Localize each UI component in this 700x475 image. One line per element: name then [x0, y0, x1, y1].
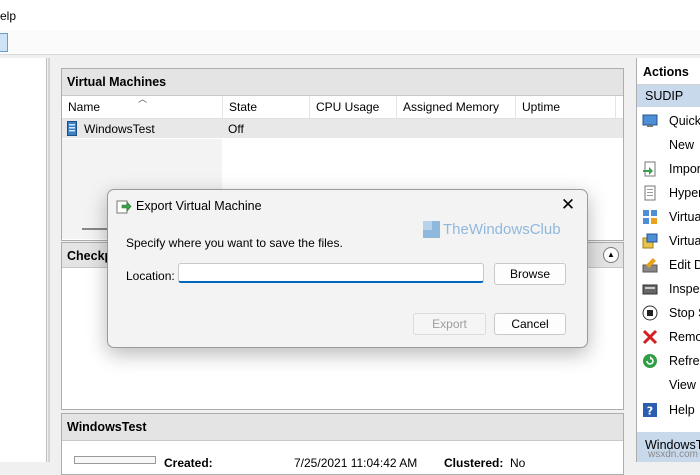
edit-disk-icon	[642, 258, 658, 273]
column-assigned-memory[interactable]: Assigned Memory	[397, 96, 516, 118]
pane-splitter[interactable]	[48, 58, 50, 462]
location-input[interactable]	[178, 263, 484, 283]
collapse-icon[interactable]: ▲	[603, 247, 619, 263]
created-label: Created:	[164, 456, 213, 470]
watermark-site: wsxdn.com	[647, 449, 698, 460]
dialog-prompt: Specify where you want to save the files…	[126, 236, 343, 250]
table-row[interactable]: WindowsTest Off	[62, 119, 623, 138]
action-virtual-switch[interactable]: Virtua	[637, 205, 700, 229]
actions-title: Actions	[643, 65, 689, 79]
action-view[interactable]: View	[637, 373, 700, 397]
quick-create-icon	[642, 114, 658, 127]
details-pane: WindowsTest Created: 7/25/2021 11:04:42 …	[61, 413, 624, 475]
vm-name: WindowsTest	[84, 122, 155, 136]
export-button[interactable]: Export	[413, 313, 486, 335]
remove-server-icon	[642, 329, 658, 345]
hyper-v-settings-icon	[644, 185, 656, 201]
action-quick-create[interactable]: Quick	[637, 109, 700, 133]
virtual-switch-icon	[643, 210, 657, 224]
close-icon[interactable]: ✕	[555, 193, 581, 217]
created-value: 7/25/2021 11:04:42 AM	[294, 456, 418, 470]
toolbar-view-icon[interactable]	[0, 33, 8, 52]
menu-help[interactable]: elp	[0, 9, 16, 23]
stop-service-icon	[642, 305, 658, 321]
browse-button[interactable]: Browse	[494, 263, 566, 285]
clustered-value: No	[510, 456, 526, 470]
svg-text:?: ?	[647, 405, 653, 418]
checkpoints-title: Checkp	[67, 249, 113, 263]
cancel-button[interactable]: Cancel	[494, 313, 566, 335]
vm-thumbnail	[74, 456, 156, 464]
column-cpu-usage[interactable]: CPU Usage	[310, 96, 397, 118]
toolbar	[0, 30, 700, 55]
action-inspect-disk[interactable]: Inspec	[637, 277, 700, 301]
action-remove-server[interactable]: Remo	[637, 325, 700, 349]
actions-header: Actions	[637, 58, 700, 85]
action-edit-disk[interactable]: Edit D	[637, 253, 700, 277]
action-help[interactable]: ? Help	[637, 398, 700, 422]
menu-bar: elp	[0, 0, 700, 30]
export-vm-icon	[116, 200, 132, 214]
clustered-label: Clustered:	[444, 456, 504, 470]
action-new[interactable]: New	[637, 133, 700, 157]
virtual-machine-icon	[67, 121, 77, 136]
column-state[interactable]: State	[223, 96, 310, 118]
import-icon	[643, 161, 656, 177]
action-stop-service[interactable]: Stop S	[637, 301, 700, 325]
actions-pane: Actions SUDIP Quick New Impor Hyper Virt…	[636, 58, 700, 462]
dialog-title: Export Virtual Machine	[136, 199, 262, 213]
refresh-icon	[643, 354, 657, 368]
action-virtual-san[interactable]: Virtua	[637, 229, 700, 253]
details-title: WindowsTest	[67, 420, 147, 434]
action-hyper-v-settings[interactable]: Hyper	[637, 181, 700, 205]
action-import[interactable]: Impor	[637, 157, 700, 181]
brand-logo-icon	[423, 221, 440, 238]
location-label: Location:	[126, 269, 175, 283]
inspect-disk-icon	[642, 284, 658, 295]
export-dialog: Export Virtual Machine ✕ Specify where y…	[107, 189, 588, 348]
actions-server-header[interactable]: SUDIP	[637, 85, 700, 107]
details-header: WindowsTest	[62, 414, 623, 441]
action-refresh[interactable]: Refres	[637, 349, 700, 373]
column-uptime[interactable]: Uptime	[516, 96, 616, 118]
help-icon: ?	[643, 403, 657, 418]
vm-state: Off	[228, 122, 244, 136]
virtual-san-icon	[642, 233, 658, 249]
sort-ascending-icon: ︿	[138, 94, 148, 104]
column-name[interactable]: Name ︿	[62, 94, 223, 118]
virtual-machines-title: Virtual Machines	[67, 75, 167, 89]
navigation-tree[interactable]	[0, 58, 47, 462]
vm-column-headers: Name ︿ State CPU Usage Assigned Memory U…	[62, 94, 623, 119]
